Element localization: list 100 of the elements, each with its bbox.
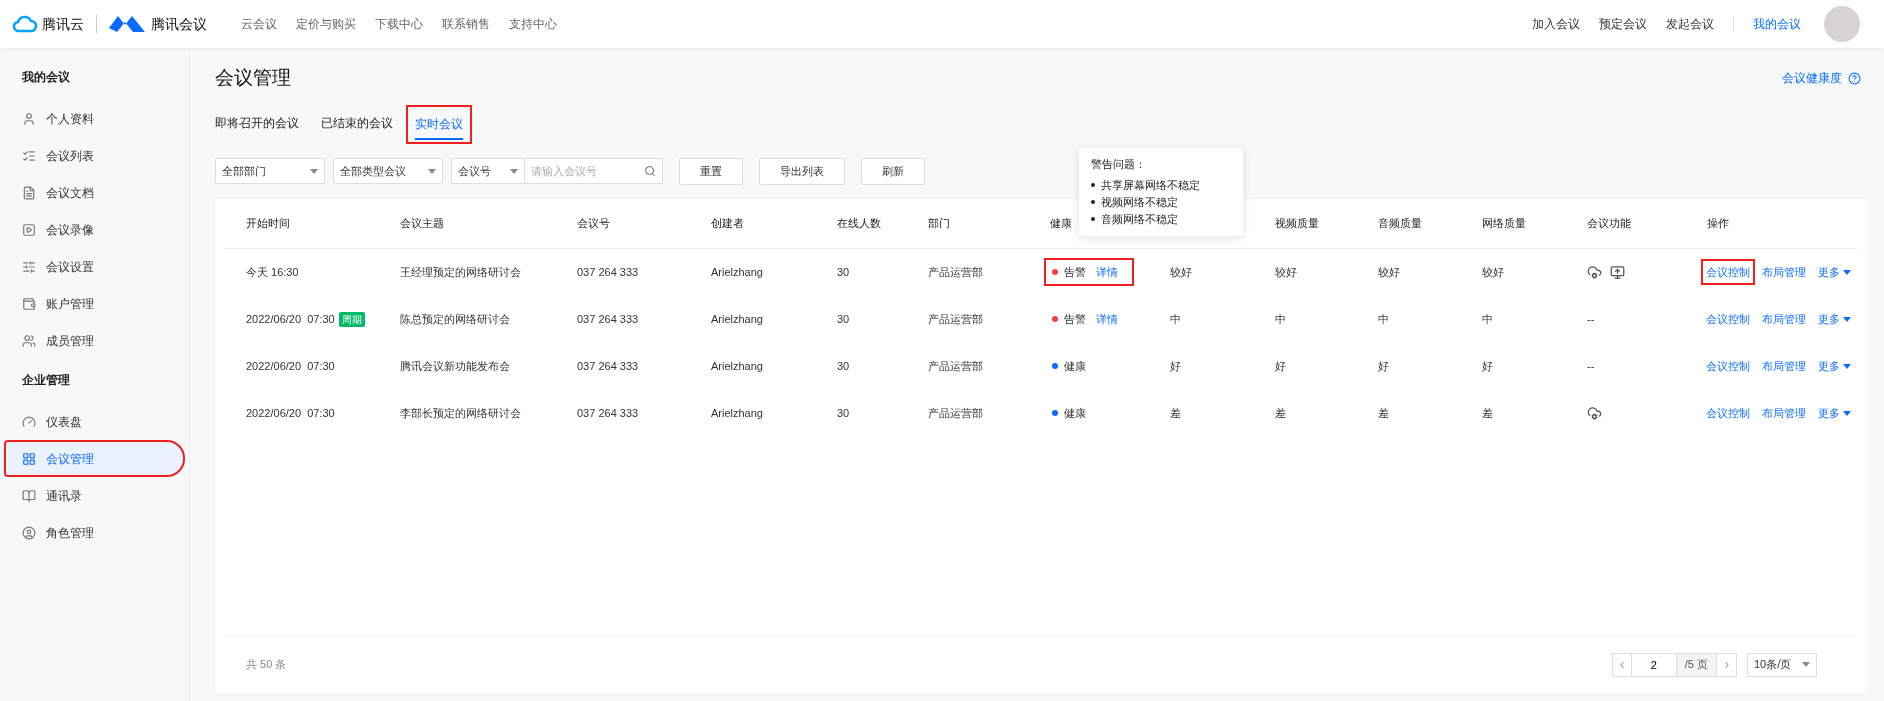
sidebar-item[interactable]: 角色管理 [6, 516, 183, 549]
status-label: 健康 [1064, 405, 1086, 421]
column-header: 会议功能 [1587, 216, 1631, 229]
action-link[interactable]: 布局管理 [1757, 305, 1811, 333]
tab[interactable]: 即将召开的会议 [215, 113, 299, 139]
table-cell: 30 [837, 265, 850, 278]
table-cell: 中 [1482, 312, 1493, 325]
table-cell: 037 264 333 [577, 406, 639, 419]
header-link[interactable]: 预定会议 [1599, 15, 1647, 33]
table-cell: 差 [1170, 406, 1181, 419]
table-cell: 较好 [1482, 265, 1504, 278]
page-field[interactable]: 2 [1631, 652, 1676, 677]
toolbar-button[interactable]: 重置 [679, 157, 743, 185]
table-cell-text: 今天 16:30 [246, 264, 299, 280]
tab[interactable]: 已结束的会议 [321, 113, 393, 139]
nav-link[interactable]: 下载中心 [375, 15, 423, 33]
toolbar-button[interactable]: 导出列表 [759, 157, 845, 185]
sidebar-section-title: 企业管理 [21, 372, 71, 389]
status-label: 告警 [1064, 311, 1086, 327]
table-cell: 产品运营部 [928, 312, 983, 325]
table-cell-text: 2022/06/20 07:30 [246, 311, 335, 327]
header-link[interactable]: 发起会议 [1666, 15, 1714, 33]
column-header: 会议主题 [400, 216, 444, 229]
column-header: 健康 [1050, 216, 1072, 229]
table-cell: 30 [837, 406, 850, 419]
nav-link[interactable]: 云会议 [241, 15, 277, 33]
table-cell: 较好 [1170, 265, 1192, 278]
column-header: 创建者 [711, 216, 744, 229]
table-cell: 好 [1170, 359, 1181, 372]
table-cell: 中 [1170, 312, 1181, 325]
table-cell: 王经理预定的网络研讨会 [400, 265, 521, 278]
table-cell-text: 2022/06/20 07:30 [246, 405, 335, 421]
department-select[interactable]: 全部部门 [215, 158, 325, 184]
table-cell: 037 264 333 [577, 265, 639, 278]
table-cell: 037 264 333 [577, 312, 639, 325]
table-cell: 30 [837, 359, 850, 372]
page-title: 会议管理 [215, 66, 291, 90]
sidebar-item[interactable]: 会议录像 [6, 213, 183, 246]
column-header: 网络质量 [1482, 216, 1526, 229]
toolbar-button[interactable]: 刷新 [861, 157, 925, 185]
sidebar-item[interactable]: 会议列表 [6, 139, 183, 172]
search-by-select[interactable]: 会议号 [451, 158, 525, 184]
action-link[interactable]: 会议控制 [1701, 305, 1755, 333]
action-link[interactable]: 会议控制 [1701, 399, 1755, 427]
sidebar-section-title: 我的会议 [21, 69, 71, 86]
table-cell: 30 [837, 312, 850, 325]
table-cell: 产品运营部 [928, 265, 983, 278]
sidebar-item[interactable]: 通讯录 [6, 479, 183, 512]
tooltip-title: 警告问题： [1091, 157, 1147, 172]
tooltip-item: 视频网络不稳定 [1101, 194, 1178, 210]
details-link[interactable]: 详情 [1096, 263, 1118, 281]
recurring-tag: 周期 [338, 311, 365, 327]
search-field[interactable]: 请输入会议号 [525, 158, 663, 184]
sidebar-item[interactable]: 仪表盘 [6, 405, 183, 438]
sidebar-item[interactable]: 会议管理 [6, 442, 183, 475]
nav-link[interactable]: 联系销售 [442, 15, 490, 33]
tooltip-item: 共享屏幕网络不稳定 [1101, 177, 1200, 193]
action-link[interactable]: 布局管理 [1757, 352, 1811, 380]
health-link[interactable]: 会议健康度 [1782, 69, 1842, 88]
product-name: 腾讯会议 [151, 14, 207, 34]
action-link[interactable]: 会议控制 [1701, 352, 1755, 380]
table-cell-text: 2022/06/20 07:30 [246, 358, 335, 374]
action-link[interactable]: 更多 [1813, 305, 1856, 333]
table-cell: 好 [1275, 359, 1286, 372]
action-link[interactable]: 更多 [1813, 258, 1856, 286]
details-link[interactable]: 详情 [1096, 310, 1118, 328]
meeting-type-select[interactable]: 全部类型会议 [333, 158, 443, 184]
table-cell: 较好 [1378, 265, 1400, 278]
table-cell: 中 [1378, 312, 1389, 325]
action-link[interactable]: 布局管理 [1757, 399, 1811, 427]
tooltip-item: 音频网络不稳定 [1101, 211, 1178, 227]
sidebar-item[interactable]: 账户管理 [6, 287, 183, 320]
sidebar-item[interactable]: 会议设置 [6, 250, 183, 283]
sidebar-item[interactable]: 个人资料 [6, 102, 183, 135]
table-cell: 产品运营部 [928, 406, 983, 419]
table-cell: 差 [1275, 406, 1286, 419]
status-label: 告警 [1064, 264, 1086, 280]
action-link[interactable]: 更多 [1813, 399, 1856, 427]
table-cell: 好 [1378, 359, 1389, 372]
table-cell: Arielzhang [711, 359, 763, 372]
sidebar-item[interactable]: 会议文档 [6, 176, 183, 209]
table-cell-text: -- [1587, 358, 1595, 374]
action-link[interactable]: 布局管理 [1757, 258, 1811, 286]
table-cell: 陈总预定的网络研讨会 [400, 312, 510, 325]
page-size-select[interactable]: 10条/页 [1747, 652, 1817, 677]
table-cell: 差 [1482, 406, 1493, 419]
table-cell: 产品运营部 [928, 359, 983, 372]
sidebar-item[interactable]: 成员管理 [6, 324, 183, 357]
table-cell: 好 [1482, 359, 1493, 372]
nav-link[interactable]: 支持中心 [509, 15, 557, 33]
column-header: 开始时间 [246, 216, 290, 229]
action-link[interactable]: 更多 [1813, 352, 1856, 380]
table-cell: 中 [1275, 312, 1286, 325]
header-link[interactable]: 我的会议 [1753, 15, 1801, 33]
header-link[interactable]: 加入会议 [1532, 15, 1580, 33]
action-link[interactable]: 会议控制 [1701, 258, 1755, 286]
table-cell: 较好 [1275, 265, 1297, 278]
table-cell-text: -- [1587, 311, 1595, 327]
nav-link[interactable]: 定价与购买 [296, 15, 356, 33]
total-count: 共 50 条 [246, 657, 287, 673]
